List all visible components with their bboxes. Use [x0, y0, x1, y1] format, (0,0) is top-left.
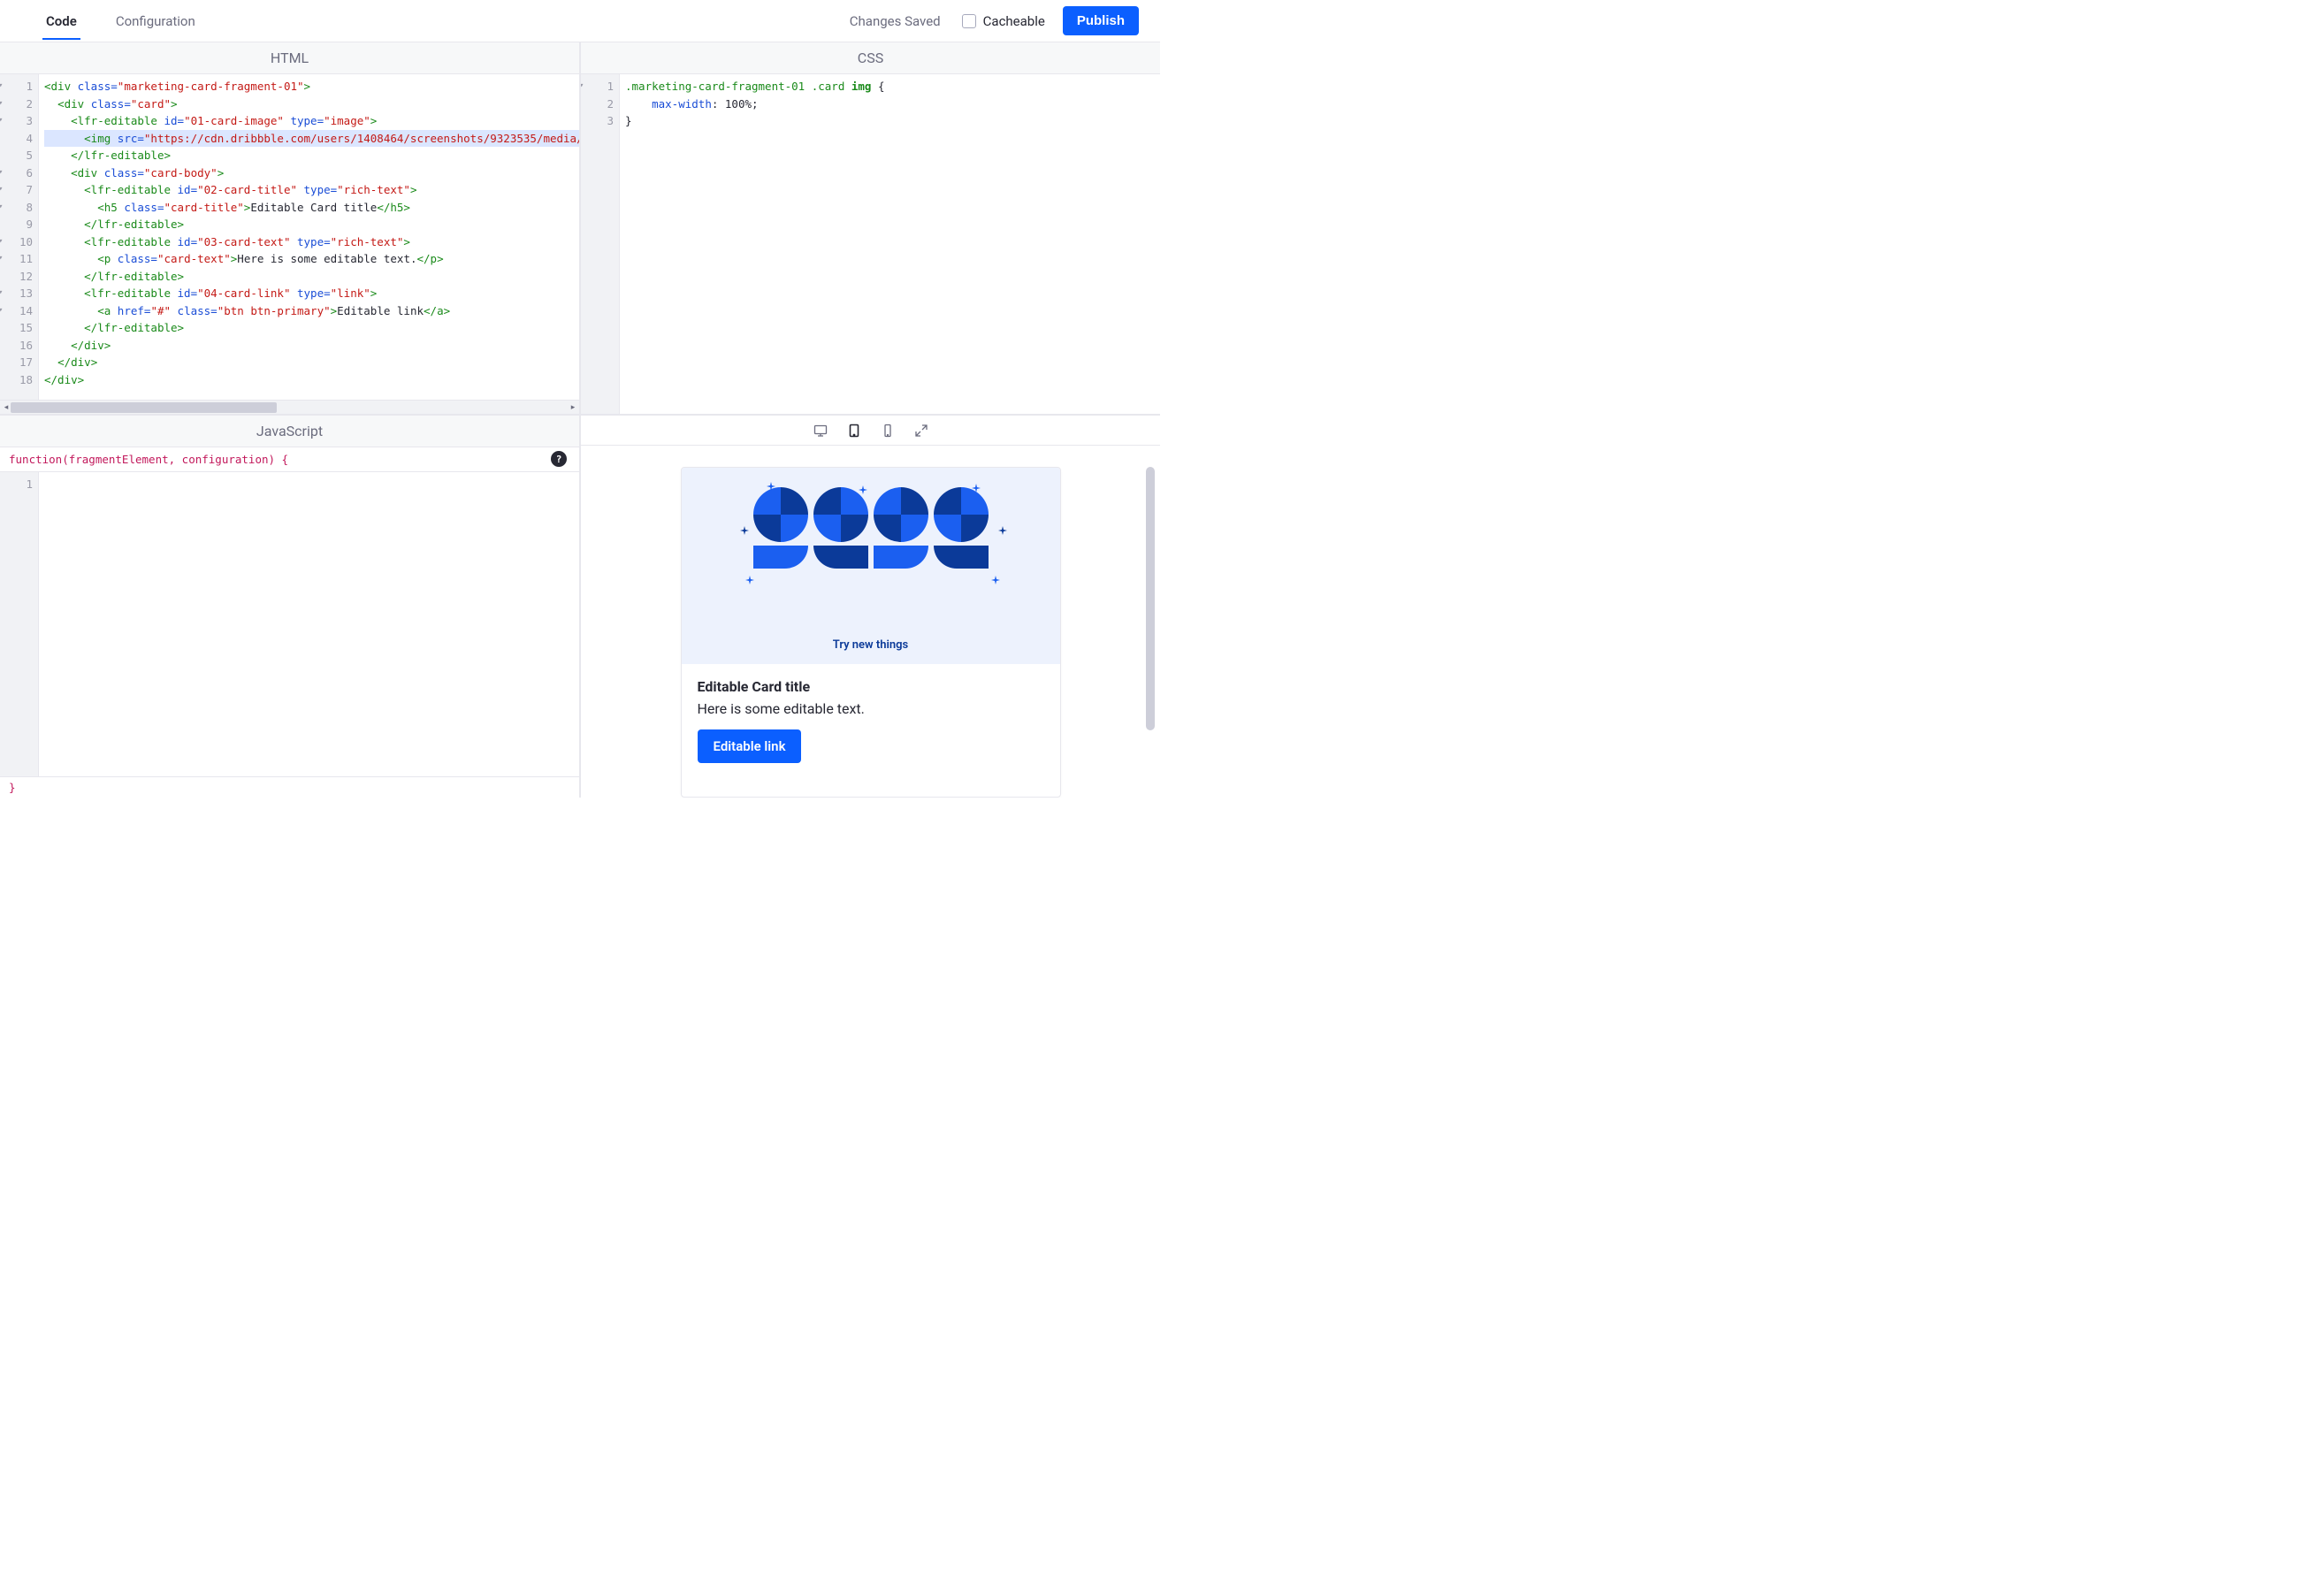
sparkle-icon — [767, 480, 775, 489]
js-function-footer: } — [0, 776, 579, 798]
preview-card-title: Editable Card title — [698, 678, 1044, 695]
js-editor[interactable]: 1 — [0, 472, 579, 776]
checkbox-icon[interactable] — [962, 14, 976, 28]
preview-v-scrollbar[interactable] — [1146, 467, 1155, 776]
css-editor-pane: CSS 123 .marketing-card-fragment-01 .car… — [581, 42, 1160, 414]
save-status: Changes Saved — [850, 13, 941, 29]
publish-button[interactable]: Publish — [1063, 6, 1139, 35]
js-function-header: function(fragmentElement, configuration)… — [0, 447, 579, 472]
js-editor-pane: JavaScript function(fragmentElement, con… — [0, 416, 579, 798]
pane-header-css: CSS — [581, 42, 1160, 74]
device-bar — [581, 416, 1160, 446]
html-editor-pane: HTML 123456789101112131415161718 <div cl… — [0, 42, 579, 414]
sparkle-icon — [859, 484, 867, 493]
html-gutter: 123456789101112131415161718 — [0, 74, 39, 400]
tablet-icon[interactable] — [847, 424, 861, 438]
sparkle-icon — [998, 524, 1007, 533]
js-gutter: 1 — [0, 472, 39, 776]
css-editor[interactable]: 123 .marketing-card-fragment-01 .card im… — [581, 74, 1160, 414]
editor-grid: HTML 123456789101112131415161718 <div cl… — [0, 42, 1160, 798]
tab-configuration[interactable]: Configuration — [112, 3, 199, 40]
html-code[interactable]: <div class="marketing-card-fragment-01">… — [39, 74, 579, 400]
html-editor[interactable]: 123456789101112131415161718 <div class="… — [0, 74, 579, 400]
preview-pane: Try new things Editable Card title Here … — [581, 416, 1160, 798]
topbar: Code Configuration Changes Saved Cacheab… — [0, 0, 1160, 42]
cacheable-toggle[interactable]: Cacheable — [962, 13, 1045, 29]
html-h-scrollbar[interactable]: ◂ ▸ — [0, 400, 579, 414]
js-code[interactable] — [39, 472, 579, 776]
tabs: Code Configuration — [42, 3, 199, 40]
pane-header-js: JavaScript — [0, 416, 579, 447]
scroll-thumb[interactable] — [11, 402, 277, 413]
cacheable-label: Cacheable — [983, 13, 1045, 29]
preview-card-image: Try new things — [682, 468, 1060, 664]
preview-viewport: Try new things Editable Card title Here … — [581, 446, 1160, 798]
logo-2020 — [753, 487, 989, 569]
mobile-icon[interactable] — [881, 424, 895, 438]
sparkle-icon — [745, 574, 754, 583]
preview-card: Try new things Editable Card title Here … — [681, 467, 1061, 798]
preview-card-link[interactable]: Editable link — [698, 729, 802, 763]
scroll-thumb[interactable] — [1146, 467, 1155, 730]
scroll-right-icon[interactable]: ▸ — [567, 401, 579, 414]
tab-code[interactable]: Code — [42, 3, 80, 40]
preview-card-text: Here is some editable text. — [698, 700, 1044, 717]
css-gutter: 123 — [581, 74, 620, 414]
help-icon[interactable]: ? — [551, 451, 567, 467]
sparkle-icon — [972, 482, 981, 491]
desktop-icon[interactable] — [813, 424, 828, 438]
preview-slogan: Try new things — [682, 638, 1060, 652]
sparkle-icon — [740, 524, 749, 533]
sparkle-icon — [991, 574, 1000, 583]
css-code[interactable]: .marketing-card-fragment-01 .card img { … — [620, 74, 1160, 414]
pane-header-html: HTML — [0, 42, 579, 74]
expand-icon[interactable] — [914, 424, 928, 438]
